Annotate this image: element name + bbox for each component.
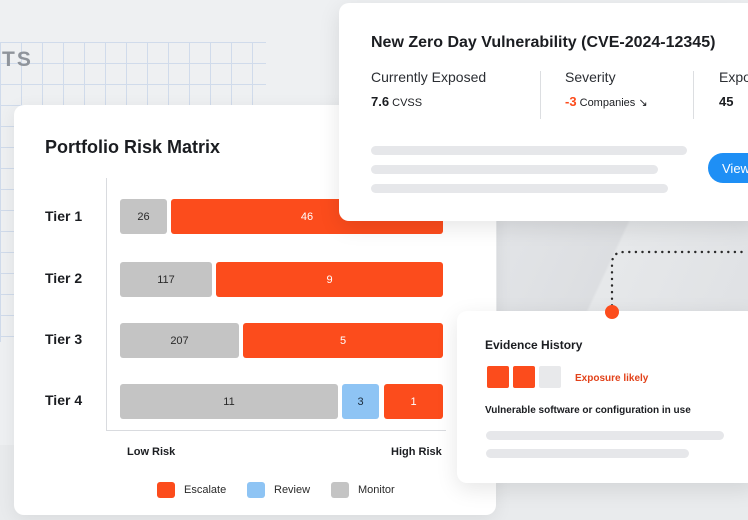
- cvss-suffix: CVSS: [392, 97, 423, 109]
- vulnerability-card[interactable]: New Zero Day Vulnerability (CVE-2024-123…: [339, 3, 748, 221]
- view-button[interactable]: View: [708, 153, 748, 183]
- vulnerability-title: New Zero Day Vulnerability (CVE-2024-123…: [371, 34, 716, 51]
- metric-value: 7.6 CVSS: [371, 94, 486, 109]
- evidence-indicator: [513, 366, 535, 388]
- metric-divider: [693, 71, 694, 119]
- metric-label: Severity: [565, 69, 616, 85]
- severity-change: -3: [565, 94, 577, 109]
- metric-divider: [540, 71, 541, 119]
- evidence-indicator: [487, 366, 509, 388]
- skeleton-line: [486, 449, 689, 458]
- skeleton-line: [371, 184, 668, 193]
- skeleton-line: [371, 146, 687, 155]
- metric-value: -3 Companies ↘: [565, 94, 648, 109]
- metric-currently-exposed: Currently Exposed 7.6 CVSS: [371, 69, 486, 121]
- metric-label: Expo: [719, 69, 748, 85]
- metric-value: 45: [719, 94, 748, 109]
- evidence-title: Evidence History: [485, 338, 583, 352]
- connector-dot: [605, 305, 619, 319]
- evidence-indicator: [539, 366, 561, 388]
- evidence-history-card[interactable]: Evidence History Exposure likely Vulnera…: [457, 311, 748, 483]
- exposure-status: Exposure likely: [575, 373, 649, 384]
- evidence-description: Vulnerable software or configuration in …: [485, 405, 691, 416]
- skeleton-line: [371, 165, 658, 174]
- metric-exposure: Expo 45: [719, 69, 748, 121]
- skeleton-line: [486, 431, 724, 440]
- severity-suffix: Companies ↘: [579, 97, 648, 109]
- exposure-value: 45: [719, 94, 734, 109]
- metric-label: Currently Exposed: [371, 69, 487, 85]
- cvss-score: 7.6: [371, 94, 390, 109]
- metric-severity: Severity -3 Companies ↘: [565, 69, 648, 121]
